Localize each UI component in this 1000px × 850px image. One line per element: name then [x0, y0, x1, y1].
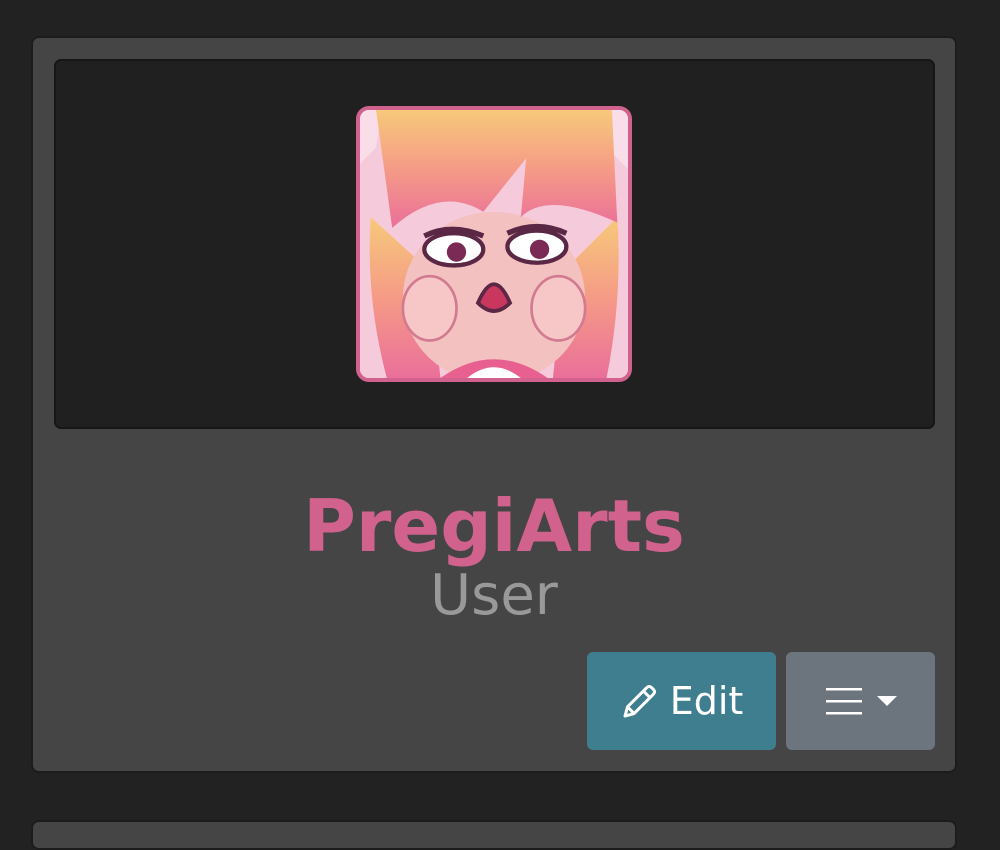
pencil-icon [623, 684, 656, 718]
profile-menu-button[interactable] [786, 652, 935, 750]
hamburger-menu-icon [825, 688, 862, 715]
profile-card: PregiArts User Edit [31, 36, 957, 773]
next-card [31, 820, 957, 850]
profile-username[interactable]: PregiArts [33, 490, 955, 562]
edit-button-label: Edit [669, 679, 744, 723]
avatar-image [360, 110, 628, 378]
avatar[interactable] [356, 106, 632, 382]
profile-role: User [430, 563, 558, 628]
caret-down-icon [876, 696, 897, 706]
profile-banner [54, 59, 935, 429]
edit-button[interactable]: Edit [587, 652, 776, 750]
